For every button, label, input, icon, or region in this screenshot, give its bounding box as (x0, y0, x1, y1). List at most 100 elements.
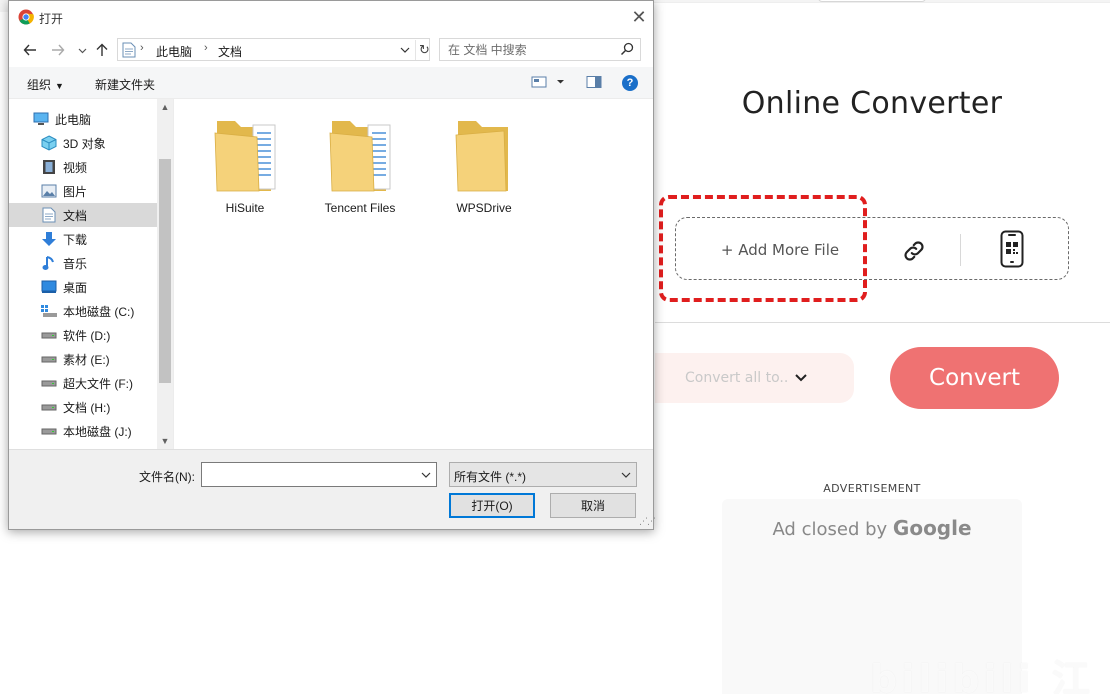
nav-label: 文档 (H:) (63, 400, 111, 415)
close-button[interactable]: ✕ (627, 5, 651, 29)
nav-item-drive-h[interactable]: 文档 (H:) (9, 395, 157, 419)
new-folder-button[interactable]: 新建文件夹 (95, 76, 155, 93)
nav-scrollbar[interactable]: ▲ ▼ (157, 99, 173, 449)
breadcrumb-this-pc[interactable]: 此电脑 (156, 43, 192, 60)
red-highlight-annotation (659, 195, 867, 302)
breadcrumb-documents[interactable]: 文档 (218, 43, 242, 60)
music-icon (42, 256, 54, 270)
nav-item-this-pc[interactable]: 此电脑 (9, 107, 157, 131)
nav-item-drive-d[interactable]: 软件 (D:) (9, 323, 157, 347)
arrow-left-icon (23, 44, 36, 56)
folder-item-hisuite[interactable]: HiSuite (200, 113, 290, 215)
ad-closed-prefix: Ad closed by (772, 519, 888, 540)
picture-icon (41, 184, 57, 198)
back-button[interactable] (21, 41, 39, 59)
filename-combobox[interactable] (201, 462, 437, 487)
chevron-down-icon (400, 47, 410, 53)
folder-name: Tencent Files (324, 201, 396, 215)
folder-icon (455, 121, 508, 192)
nav-label: 素材 (E:) (63, 352, 110, 367)
document-icon (42, 207, 56, 223)
filename-dropdown-button[interactable] (418, 467, 434, 483)
nav-label: 图片 (63, 184, 88, 199)
nav-label: 超大文件 (F:) (63, 376, 133, 391)
nav-label: 本地磁盘 (C:) (63, 304, 135, 319)
recent-locations-button[interactable] (73, 41, 91, 59)
convert-all-dropdown[interactable]: Convert all to.. (655, 353, 854, 403)
computer-icon (33, 112, 49, 125)
address-bar[interactable]: › 此电脑 › 文档 ↻ (117, 38, 430, 61)
filename-input[interactable] (202, 463, 418, 486)
caret-down-icon: ▼ (160, 436, 170, 446)
nav-label: 音乐 (63, 256, 88, 271)
tool-divider (960, 234, 961, 266)
nav-label: 桌面 (63, 280, 88, 295)
watermark: bilibili 江 (870, 657, 1094, 694)
file-type-dropdown-arrow (618, 467, 634, 483)
forward-button[interactable] (49, 41, 67, 59)
desktop-icon (41, 280, 57, 293)
file-type-select[interactable]: 所有文件 (*.*) (449, 462, 637, 487)
file-list-area[interactable]: HiSuite Tencent Files WPSDrive (175, 99, 653, 449)
nav-item-drive-c[interactable]: 本地磁盘 (C:) (9, 299, 157, 323)
url-upload-button[interactable] (896, 233, 932, 269)
ad-closed-text: Ad closed by Google (722, 516, 1022, 540)
nav-label: 本地磁盘 (J:) (63, 424, 132, 439)
search-input[interactable] (442, 40, 612, 59)
folder-item-wpsdrive[interactable]: WPSDrive (439, 113, 529, 215)
open-file-dialog: 打开 ✕ › 此电脑 › 文档 ↻ 在 文档 中搜索 组织 ▼ 新建文件夹 ? … (8, 0, 656, 530)
mobile-upload-button[interactable] (996, 228, 1028, 270)
nav-item-documents[interactable]: 文档 (9, 203, 157, 227)
nav-item-music[interactable]: 音乐 (9, 251, 157, 275)
nav-item-3d-objects[interactable]: 3D 对象 (9, 131, 157, 155)
close-icon: ✕ (631, 6, 647, 27)
breadcrumb-separator: › (204, 42, 208, 54)
nav-item-downloads[interactable]: 下载 (9, 227, 157, 251)
cancel-button[interactable]: 取消 (550, 493, 636, 518)
address-dropdown-button[interactable] (398, 42, 412, 58)
file-type-value: 所有文件 (*.*) (454, 470, 527, 484)
help-button[interactable]: ? (622, 75, 638, 91)
convert-button[interactable]: Convert (890, 347, 1059, 409)
view-options-button[interactable] (531, 75, 565, 92)
folder-name: HiSuite (225, 201, 265, 215)
preview-pane-button[interactable] (586, 75, 602, 92)
up-button[interactable] (93, 41, 111, 59)
windows-drive-icon (41, 305, 57, 317)
organize-label: 组织 (27, 78, 52, 92)
dialog-titlebar[interactable]: 打开 ✕ (9, 1, 653, 33)
scroll-down-button[interactable]: ▼ (157, 433, 173, 449)
section-divider (655, 322, 1110, 323)
folder-with-files-icon (214, 121, 276, 192)
scroll-up-button[interactable]: ▲ (157, 99, 173, 115)
video-icon (43, 160, 55, 174)
caret-down-icon: ▼ (55, 81, 64, 91)
nav-item-videos[interactable]: 视频 (9, 155, 157, 179)
folder-item-tencent-files[interactable]: Tencent Files (315, 113, 405, 215)
convert-all-label: Convert all to.. (685, 370, 789, 386)
scroll-thumb[interactable] (159, 159, 171, 383)
document-folder-icon (122, 42, 136, 58)
google-brand: Google (892, 516, 972, 540)
arrow-right-icon (52, 44, 65, 56)
drive-icon (41, 356, 57, 363)
refresh-button[interactable]: ↻ (415, 40, 433, 60)
navigation-bar: › 此电脑 › 文档 ↻ (9, 33, 653, 67)
nav-label: 视频 (63, 160, 88, 175)
dialog-title: 打开 (39, 12, 64, 26)
page-title: Online Converter (741, 86, 1003, 121)
command-toolbar: 组织 ▼ 新建文件夹 ? (9, 67, 653, 99)
nav-label: 软件 (D:) (63, 328, 111, 343)
chevron-down-icon (421, 472, 431, 478)
nav-item-drive-f[interactable]: 超大文件 (F:) (9, 371, 157, 395)
open-button[interactable]: 打开(O) (449, 493, 535, 518)
nav-item-drive-j[interactable]: 本地磁盘 (J:) (9, 419, 157, 443)
chevron-down-icon (795, 374, 808, 382)
organize-menu[interactable]: 组织 ▼ (27, 76, 64, 93)
nav-label: 文档 (63, 208, 88, 223)
search-box[interactable] (439, 38, 641, 61)
resize-grip[interactable]: ⋰⋰ (639, 516, 656, 527)
nav-item-drive-e[interactable]: 素材 (E:) (9, 347, 157, 371)
nav-item-desktop[interactable]: 桌面 (9, 275, 157, 299)
nav-item-pictures[interactable]: 图片 (9, 179, 157, 203)
